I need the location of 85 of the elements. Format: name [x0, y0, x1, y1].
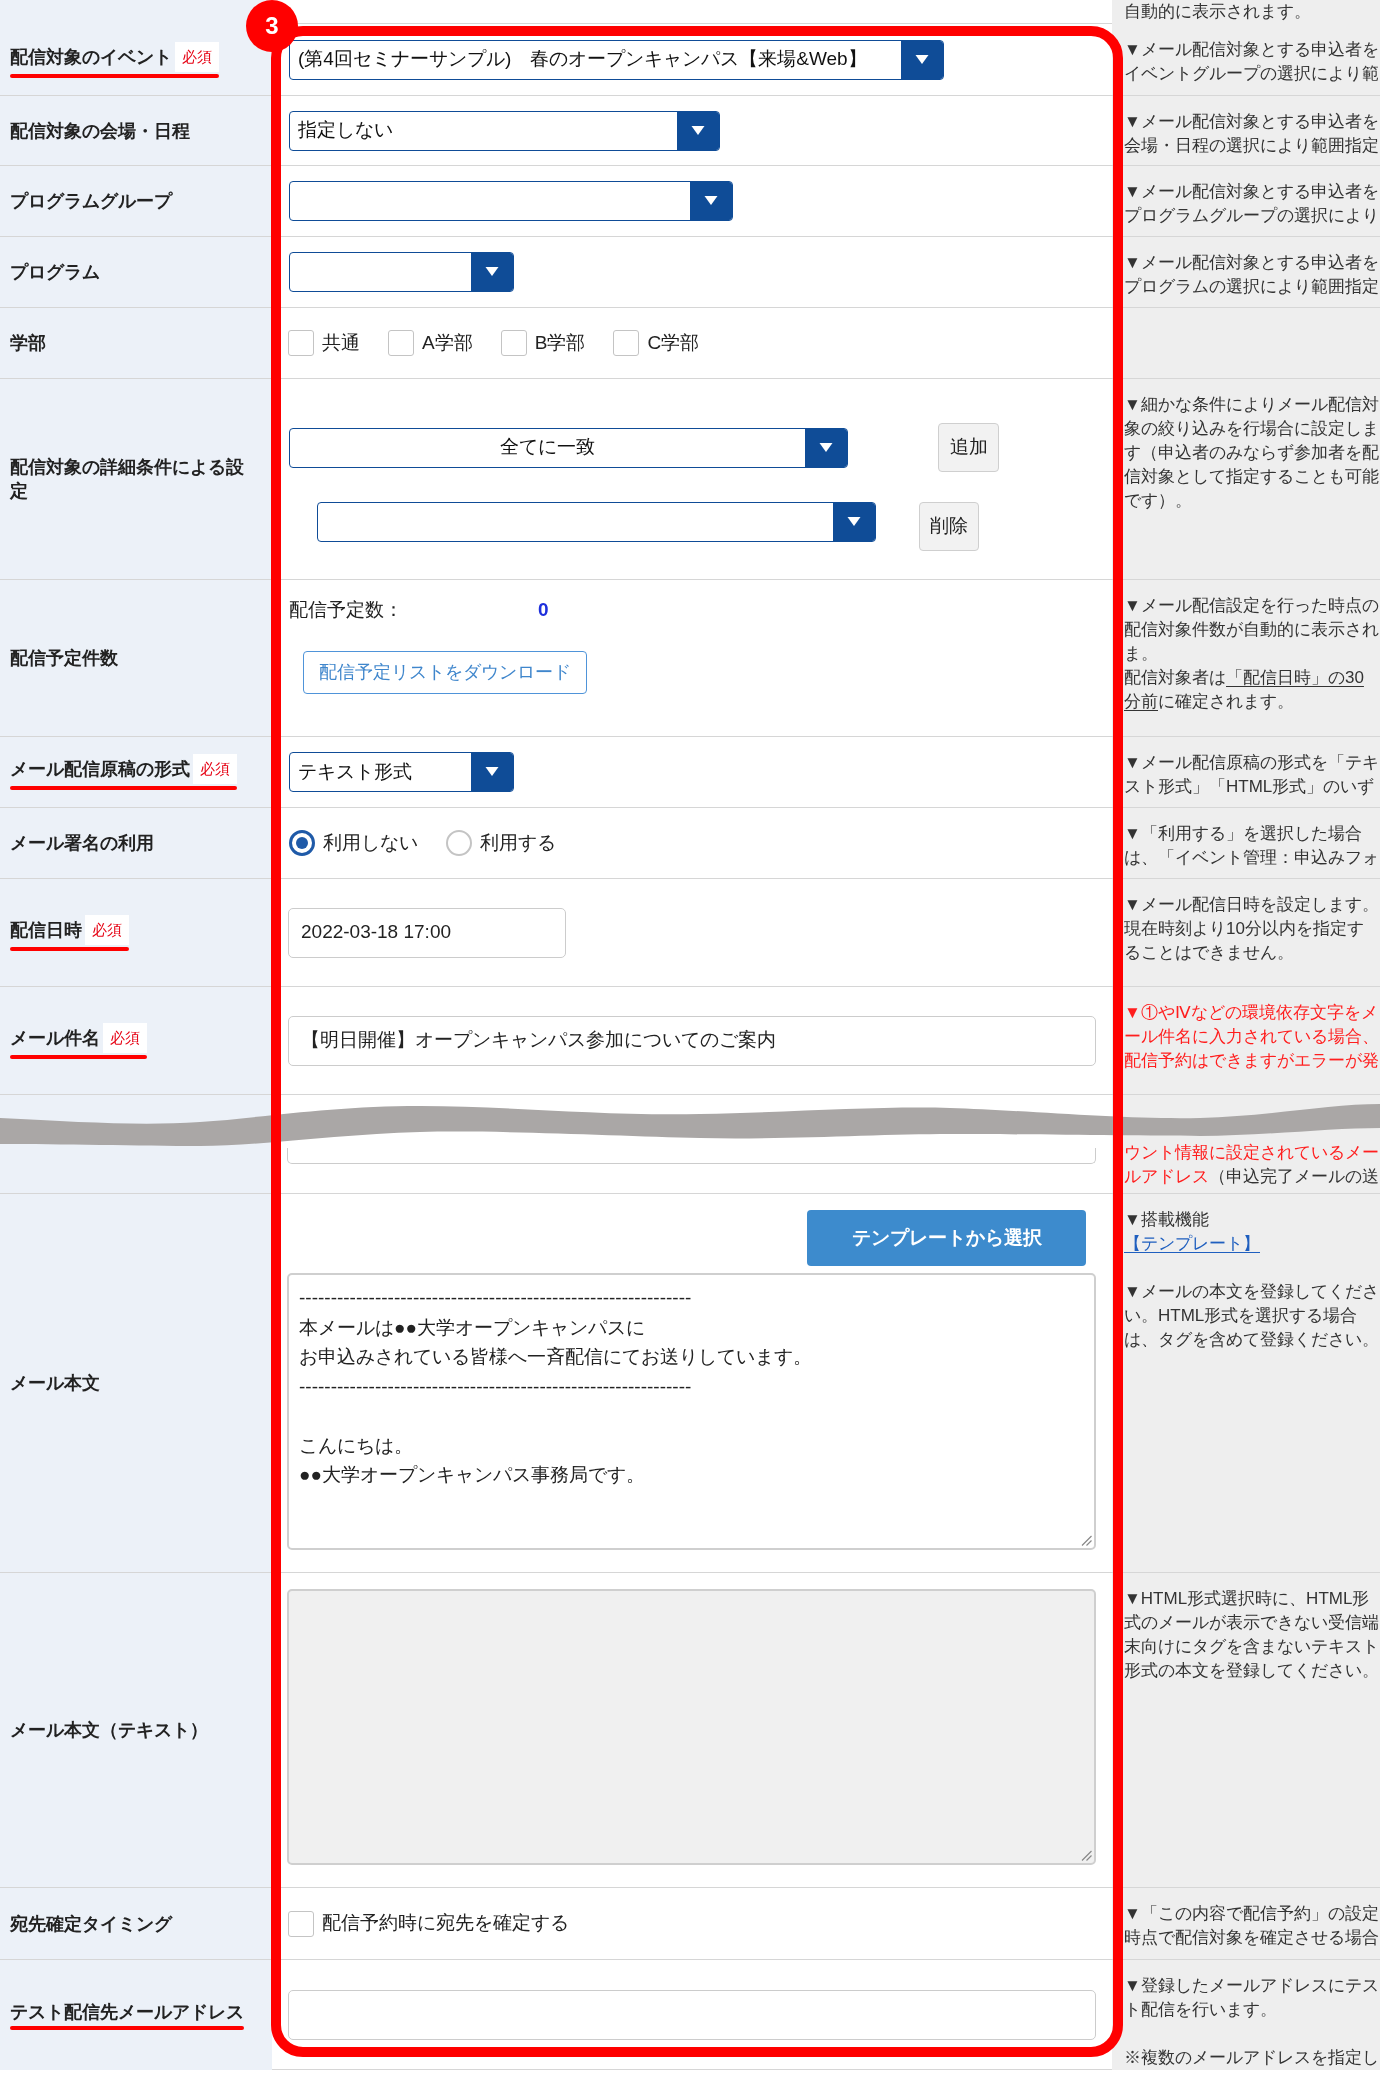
checkbox[interactable]	[388, 330, 414, 356]
radio-label: 利用する	[480, 830, 556, 855]
checkbox-label: A学部	[422, 330, 473, 355]
required-tag: 必須	[103, 1022, 147, 1053]
help-text: ▼メール配信原稿の形式を「テキスト形式」「HTML形式」のいず	[1124, 752, 1380, 798]
help-text: ▼メール配信日時を設定します。現在時刻より10分以内を指定することはできません。	[1124, 894, 1380, 964]
help-text: ▼細かな条件によりメール配信対象の絞り込みを行場合に設定します（申込者のみならず参加者を配信対象として指定することも可能です）。	[1124, 394, 1380, 512]
help-text: ▼メールの本文を登録してください。HTML形式を選択する場合は、タグを含めて登録ください。	[1124, 1281, 1380, 1351]
help-text: ▼HTML形式選択時に、HTML形式のメールが表示できない受信端末向けにタグを含まないテキスト形式の本文を登録してください。	[1124, 1588, 1380, 1682]
text-line: 本メールは●●大学オープンキャンパスに	[299, 1315, 645, 1340]
count-value: 0	[538, 597, 549, 622]
dropdown[interactable]: 全てに一致	[289, 427, 848, 468]
field-label: メール件名	[10, 1026, 100, 1050]
text-input[interactable]	[288, 1990, 1096, 2040]
field-label: テスト配信先メールアドレス	[10, 2001, 244, 2024]
help-text: ▼「利用する」を選択した場合は、「イベント管理：申込みフォ	[1124, 823, 1380, 869]
checkbox[interactable]	[288, 1910, 314, 1937]
checkbox-label: C学部	[647, 330, 700, 355]
text-line: ●●大学オープンキャンパス事務局です。	[299, 1463, 645, 1487]
text-input[interactable]	[287, 1148, 1096, 1164]
dropdown[interactable]: (第4回セミナーサンプル) 春のオープンキャンパス【来場&Web】	[289, 39, 944, 80]
field-label: プログラム	[10, 261, 100, 284]
caret-down-icon	[805, 428, 847, 467]
field-label: 配信日時	[10, 918, 82, 942]
field-label: 学部	[10, 332, 46, 355]
count-label: 配信予定数：	[289, 597, 403, 622]
field-label: 宛先確定タイミング	[10, 1912, 172, 1936]
text-input[interactable]: 【明日開催】オープンキャンパス参加についてのご案内	[288, 1015, 1096, 1066]
help-text: ウント情報に設定されているメールアドレス（申込完了メールの送	[1124, 1142, 1380, 1188]
help-text: ▼搭載機能 【テンプレート】	[1124, 1208, 1380, 1256]
caret-down-icon	[901, 40, 943, 79]
dropdown[interactable]: テキスト形式	[289, 752, 514, 792]
dropdown[interactable]	[289, 252, 514, 292]
help-text: ▼①やⅣなどの環境依存文字をメール件名に入力されている場合、配信予約はできますがエラーが発	[1124, 1002, 1380, 1072]
checkbox[interactable]	[500, 330, 527, 356]
required-tag: 必須	[175, 41, 219, 72]
field-label: 配信対象のイベント	[10, 45, 172, 69]
radio-button[interactable]	[289, 830, 315, 856]
text-line: こんにちは。	[299, 1433, 413, 1458]
template-link[interactable]: 【テンプレート】	[1124, 1232, 1260, 1256]
checkbox-label: 配信予約時に宛先を確定する	[322, 1911, 569, 1936]
help-text: ▼「この内容で配信予約」の設定時点で配信対象を確定させる場合	[1124, 1903, 1380, 1949]
field-label: 配信対象の会場・日程	[10, 119, 190, 143]
template-select-button[interactable]: テンプレートから選択	[807, 1210, 1086, 1266]
help-text: ▼登録したメールアドレスにテスト配信を行います。	[1124, 1975, 1380, 2021]
help-text: ※複数のメールアドレスを指定し	[1124, 2047, 1380, 2069]
help-text: ▼メール配信対象とする申込者をイベントグループの選択により範	[1124, 39, 1380, 85]
field-label: メール本文（テキスト）	[10, 1719, 208, 1742]
help-text: ▼メール配信対象とする申込者をプログラムの選択により範囲指定	[1124, 252, 1380, 298]
dropdown[interactable]: 指定しない	[289, 110, 720, 151]
text-line: お申込みされている皆様へ一斉配信にてお送りしています。	[299, 1345, 812, 1369]
caret-down-icon	[690, 182, 732, 220]
add-button[interactable]: 追加	[938, 423, 999, 472]
field-label: 配信予定件数	[10, 647, 118, 670]
help-text: ▼メール配信対象とする申込者を会場・日程の選択により範囲指定	[1124, 111, 1380, 157]
checkbox-label: 共通	[322, 330, 360, 355]
caret-down-icon	[833, 503, 875, 541]
dropdown[interactable]	[289, 181, 733, 221]
help-text: 配信対象者は「配信日時」の30分前に確定されます。	[1124, 667, 1365, 713]
field-label: 配信対象の詳細条件による設定	[10, 456, 245, 503]
radio-label: 利用しない	[323, 830, 418, 855]
caret-down-icon	[471, 253, 513, 291]
text-line: --------------------------------------------------------------	[299, 1286, 692, 1310]
checkbox[interactable]	[288, 330, 314, 356]
help-text: 自動的に表示されます。	[1124, 1, 1312, 23]
help-text: ▼メール配信対象とする申込者をプログラムグループの選択により	[1124, 181, 1380, 227]
field-label: メール配信原稿の形式	[10, 758, 190, 781]
remove-button[interactable]: 削除	[919, 502, 979, 551]
caret-down-icon	[471, 753, 513, 791]
radio-button[interactable]	[446, 830, 472, 856]
caret-down-icon	[677, 111, 719, 150]
download-list-button[interactable]: 配信予定リストをダウンロード	[303, 651, 587, 694]
checkbox[interactable]	[613, 330, 640, 356]
dropdown[interactable]	[317, 502, 876, 542]
required-tag: 必須	[193, 754, 237, 784]
help-text: ▼メール配信設定を行った時点の配信対象件数が自動的に表示されま。	[1124, 595, 1380, 665]
resize-grip-icon[interactable]	[1081, 1535, 1092, 1546]
field-label: プログラムグループ	[10, 190, 172, 213]
required-tag: 必須	[85, 914, 129, 945]
textarea-field[interactable]: -------------------------------------------------------------- 本メールは●●大学オープンキャンパスに お申込みされている皆様へ一斉配信にてお送りしています。 -------------------------------------------------------------- こんにちは。 ●●大学オープンキャンパス事務局です。	[287, 1273, 1096, 1550]
checkbox-label: B学部	[534, 330, 586, 355]
text-line: --------------------------------------------------------------	[299, 1374, 692, 1399]
field-label: メール署名の利用	[10, 832, 154, 855]
text-input[interactable]: 2022-03-18 17:00	[288, 907, 566, 958]
field-label: メール本文	[10, 1372, 100, 1395]
